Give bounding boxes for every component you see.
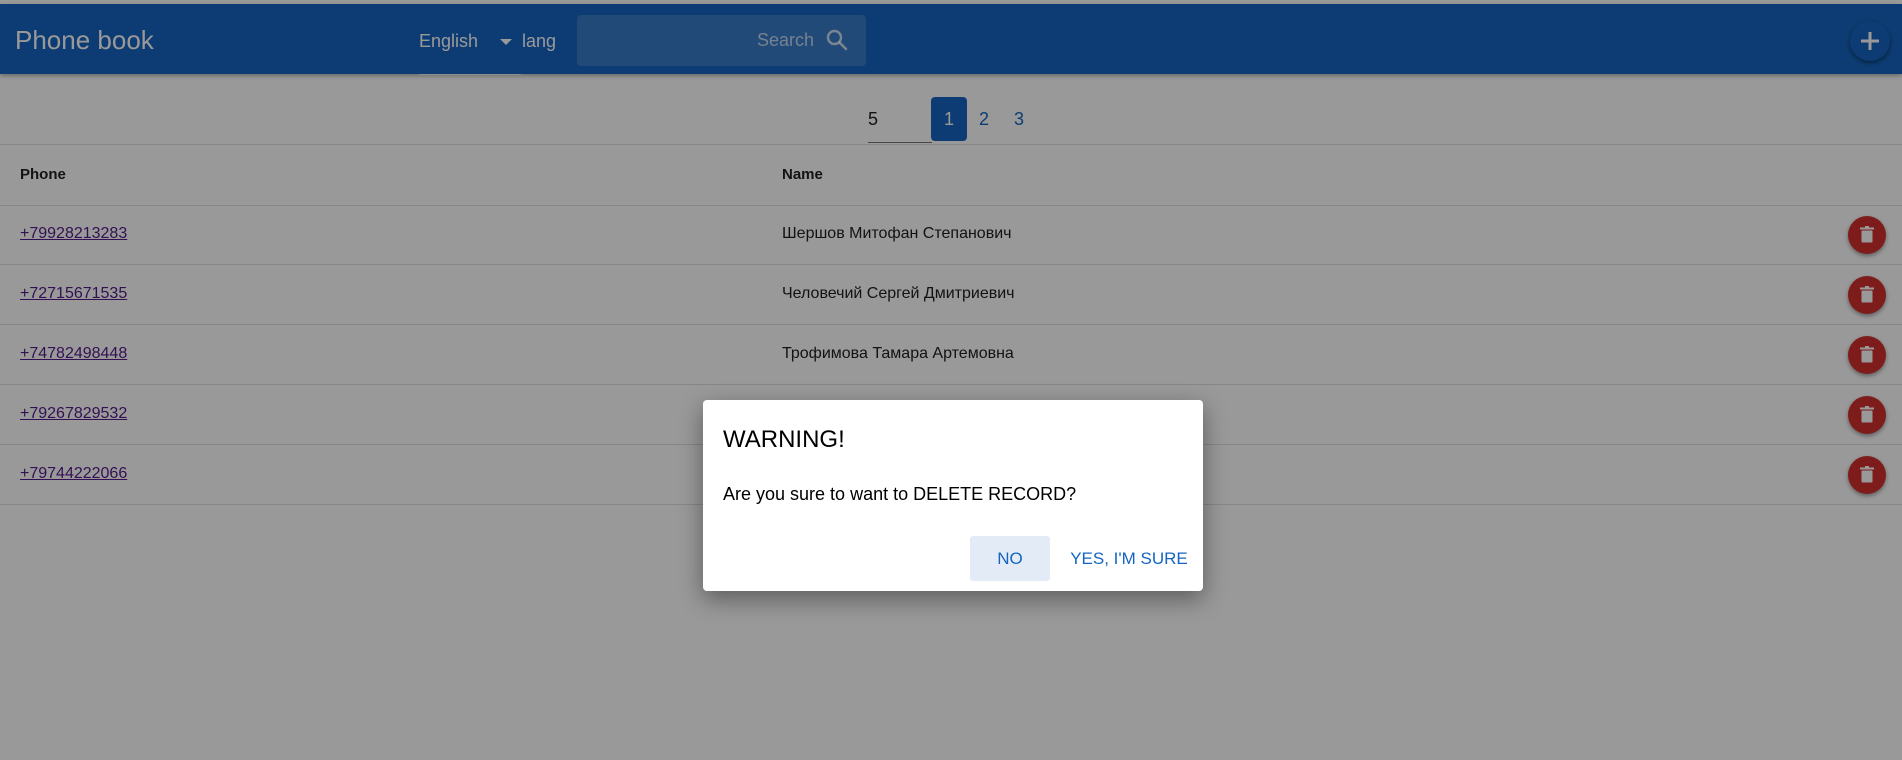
delete-confirmation-dialog: WARNING! Are you sure to want to DELETE … xyxy=(703,400,1203,591)
dialog-message: Are you sure to want to DELETE RECORD? xyxy=(723,484,1077,504)
confirm-delete-button[interactable]: YES, I'M SURE xyxy=(1065,536,1193,581)
no-button[interactable]: NO xyxy=(970,536,1050,581)
modal-backdrop[interactable] xyxy=(0,0,1902,760)
dialog-title: WARNING! xyxy=(723,426,845,453)
